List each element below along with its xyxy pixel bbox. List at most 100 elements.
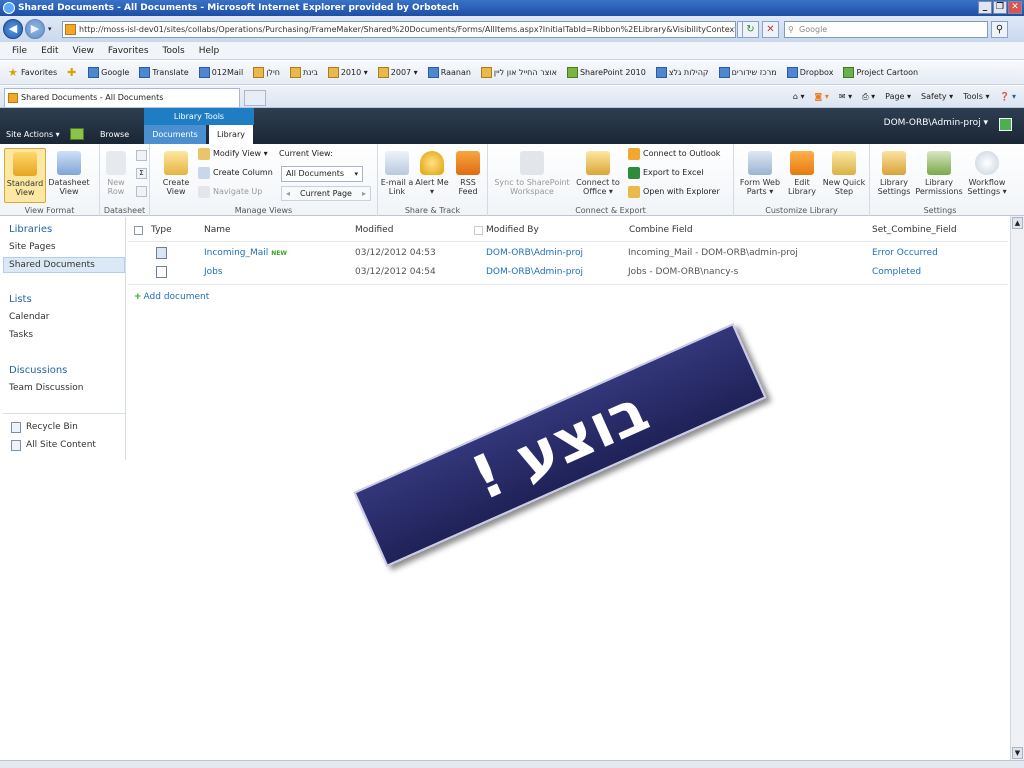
select-all-checkbox[interactable] xyxy=(134,226,143,235)
fav-add-icon[interactable]: ✚ xyxy=(67,67,78,78)
rss-feed-button[interactable]: RSS Feed xyxy=(450,148,486,196)
safety-menu[interactable]: Safety ▾ xyxy=(921,89,953,105)
export-excel-button[interactable]: Export to Excel xyxy=(628,167,704,179)
edit-page-icon[interactable] xyxy=(999,118,1012,131)
fav-dropbox[interactable]: Dropbox xyxy=(786,67,833,78)
new-quick-step-button[interactable]: New Quick Step xyxy=(820,148,868,196)
row-modified-by[interactable]: DOM-ORB\Admin-proj xyxy=(486,267,583,277)
library-settings-button[interactable]: Library Settings xyxy=(872,148,916,196)
current-page-pager[interactable]: ◂ Current Page ▸ xyxy=(281,186,371,201)
tab-documents[interactable]: Documents xyxy=(144,125,206,144)
print-icon[interactable]: ⎙ ▾ xyxy=(862,89,875,105)
connect-office-button[interactable]: Connect to Office ▾ xyxy=(574,148,622,196)
prev-page-icon[interactable]: ◂ xyxy=(286,187,290,201)
fav-012mail[interactable]: 012Mail xyxy=(198,67,243,78)
form-web-parts-button[interactable]: Form Web Parts ▾ xyxy=(736,148,784,196)
create-view-button[interactable]: Create View xyxy=(154,148,198,196)
menu-edit[interactable]: Edit xyxy=(41,42,58,59)
mail-icon[interactable]: ✉ ▾ xyxy=(839,89,852,105)
row-modified-by[interactable]: DOM-ORB\Admin-proj xyxy=(486,248,583,258)
user-menu[interactable]: DOM-ORB\Admin-proj ▾ xyxy=(884,118,988,128)
fav-kehilot[interactable]: קהילות גלצ xyxy=(655,67,709,78)
current-view-dropdown[interactable]: All Documents ▾ xyxy=(281,166,363,182)
column-combine-field[interactable]: Combine Field xyxy=(629,225,693,235)
workflow-settings-button[interactable]: Workflow Settings ▾ xyxy=(964,148,1010,196)
fav-hilan[interactable]: חילן xyxy=(253,67,280,78)
row-set-combine-field[interactable]: Completed xyxy=(872,267,921,277)
next-page-icon[interactable]: ▸ xyxy=(362,187,366,201)
fav-google[interactable]: Google xyxy=(88,67,129,78)
nav-tasks[interactable]: Tasks xyxy=(9,330,33,340)
tab-library[interactable]: Library xyxy=(209,125,253,144)
show-taskpane-icon[interactable] xyxy=(136,150,147,161)
back-arrow-icon[interactable]: ◀ xyxy=(3,19,23,39)
nav-recycle-bin[interactable]: Recycle Bin xyxy=(26,422,78,432)
fav-folder-2007[interactable]: 2007 ▾ xyxy=(377,67,418,78)
library-permissions-button[interactable]: Library Permissions xyxy=(914,148,964,196)
column-type[interactable]: Type xyxy=(151,225,172,235)
navigate-up-button[interactable]: Navigate Up xyxy=(198,186,262,198)
column-name[interactable]: Name xyxy=(204,225,231,235)
column-set-combine-field[interactable]: Set_Combine_Field xyxy=(872,225,957,235)
site-actions-menu[interactable]: Site Actions ▾ xyxy=(6,128,60,142)
row-name-text[interactable]: Incoming_Mail xyxy=(204,248,268,258)
new-row-button[interactable]: New Row xyxy=(100,148,132,196)
minimize-button[interactable]: _ xyxy=(978,1,992,14)
tab-browse[interactable]: Browse xyxy=(100,128,129,142)
fav-merkaz[interactable]: מרכז שידורים xyxy=(718,67,777,78)
menu-tools[interactable]: Tools xyxy=(163,42,185,59)
connect-outlook-button[interactable]: Connect to Outlook xyxy=(628,148,720,160)
row-name-link[interactable]: Incoming_Mail NEW xyxy=(204,248,287,258)
nav-calendar[interactable]: Calendar xyxy=(9,312,49,322)
restore-button[interactable]: ❐ xyxy=(993,1,1007,14)
home-icon[interactable]: ⌂ ▾ xyxy=(793,89,805,105)
history-dropdown-icon[interactable]: ▾ xyxy=(48,25,52,33)
nav-all-site-content[interactable]: All Site Content xyxy=(26,440,96,450)
nav-shared-documents[interactable]: Shared Documents xyxy=(3,257,125,273)
modify-view-button[interactable]: Modify View ▾ xyxy=(198,148,268,160)
column-modified-by[interactable]: Modified By xyxy=(486,225,539,235)
address-input[interactable]: http://moss-isl-dev01/sites/collabs/Oper… xyxy=(62,21,736,38)
navigate-up-icon[interactable] xyxy=(70,128,84,140)
datasheet-view-button[interactable]: Datasheet View xyxy=(48,148,90,196)
help-icon[interactable]: ❓ ▾ xyxy=(999,89,1016,105)
refresh-data-icon[interactable] xyxy=(136,186,147,197)
scroll-down-icon[interactable]: ▼ xyxy=(1012,747,1023,759)
close-button[interactable]: ✕ xyxy=(1008,1,1022,14)
create-column-button[interactable]: Create Column xyxy=(198,167,273,179)
fav-folder-2010[interactable]: 2010 ▾ xyxy=(327,67,368,78)
column-filter-icon[interactable] xyxy=(474,226,483,235)
standard-view-button[interactable]: Standard View xyxy=(4,148,46,203)
column-modified[interactable]: Modified xyxy=(355,225,393,235)
search-input[interactable]: ⚲ Google xyxy=(784,21,988,38)
add-document-link[interactable]: + Add document xyxy=(134,292,209,302)
fav-translate[interactable]: Translate xyxy=(139,67,189,78)
fav-binat[interactable]: בינת xyxy=(289,67,318,78)
menu-file[interactable]: File xyxy=(12,42,27,59)
menu-favorites[interactable]: Favorites xyxy=(108,42,149,59)
stop-icon[interactable]: ✕ xyxy=(762,21,779,38)
edit-library-button[interactable]: Edit Library xyxy=(782,148,822,196)
row-set-combine-field[interactable]: Error Occurred xyxy=(872,248,938,258)
rss-icon[interactable]: ◙ ▾ xyxy=(815,89,829,105)
browser-tab[interactable]: Shared Documents - All Documents xyxy=(4,88,240,107)
open-explorer-button[interactable]: Open with Explorer xyxy=(628,186,720,198)
forward-arrow-icon[interactable]: ▶ xyxy=(25,19,45,39)
nav-libraries-heading[interactable]: Libraries xyxy=(9,224,52,235)
refresh-icon[interactable]: ↻ xyxy=(742,21,759,38)
fav-project-cartoon[interactable]: Project Cartoon xyxy=(843,67,918,78)
nav-site-pages[interactable]: Site Pages xyxy=(9,242,56,252)
page-menu[interactable]: Page ▾ xyxy=(885,89,911,105)
menu-help[interactable]: Help xyxy=(199,42,220,59)
nav-discussions-heading[interactable]: Discussions xyxy=(9,365,67,376)
fav-sharepoint-2010[interactable]: SharePoint 2010 xyxy=(566,67,646,78)
menu-view[interactable]: View xyxy=(73,42,94,59)
scroll-up-icon[interactable]: ▲ xyxy=(1012,217,1023,229)
email-link-button[interactable]: E-mail a Link xyxy=(378,148,416,196)
fav-raanan[interactable]: Raanan xyxy=(427,67,471,78)
search-go-icon[interactable]: ⚲ xyxy=(991,21,1008,38)
tools-menu[interactable]: Tools ▾ xyxy=(963,89,989,105)
vertical-scrollbar[interactable]: ▲ ▼ xyxy=(1010,216,1024,760)
fav-otzar[interactable]: אוצר החייל און ליין xyxy=(480,67,557,78)
sync-workspace-button[interactable]: Sync to SharePoint Workspace xyxy=(490,148,574,196)
